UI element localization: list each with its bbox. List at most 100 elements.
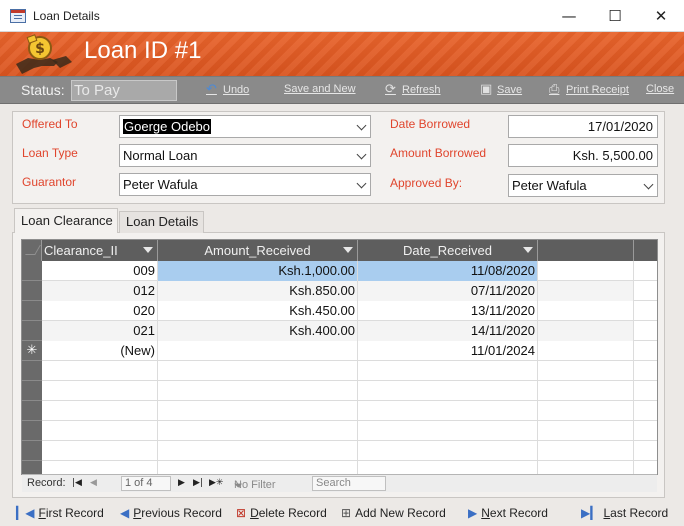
cell-clearance-id[interactable]: 012	[42, 281, 158, 301]
amount-borrowed-label: Amount Borrowed	[390, 146, 487, 160]
form-icon	[10, 9, 26, 23]
loan-type-combo[interactable]: Normal Loan	[119, 144, 371, 167]
nav-last-icon[interactable]: ▶|	[193, 478, 203, 488]
column-header-clearance-id[interactable]: Clearance_II	[42, 240, 158, 261]
cell-amount-received[interactable]: Ksh.400.00	[158, 321, 358, 341]
row-selector[interactable]	[22, 261, 42, 281]
first-record-icon: ▎◀	[16, 506, 35, 520]
table-row[interactable]: 012 Ksh.850.00 07/11/2020	[22, 281, 657, 301]
status-field[interactable]: To Pay	[71, 80, 177, 101]
search-input[interactable]: Search	[312, 476, 386, 491]
cell-date-received[interactable]: 14/11/2020	[358, 321, 538, 341]
cell-date-received[interactable]: 13/11/2020	[358, 301, 538, 321]
offered-to-combo[interactable]: Goerge Odebo	[119, 115, 371, 138]
add-new-record-button[interactable]: ⊞ Add New Record	[341, 506, 446, 520]
cell-blank	[538, 461, 634, 474]
previous-record-button[interactable]: ◀ Previous Record	[120, 506, 222, 520]
bottom-navigation: ▎◀ First Record ◀ Previous Record ⊠ Dele…	[0, 502, 684, 526]
cell-clearance-id[interactable]: 021	[42, 321, 158, 341]
previous-record-icon: ◀	[120, 506, 130, 520]
row-selector[interactable]	[22, 301, 42, 321]
column-header-date-received[interactable]: Date_Received	[358, 240, 538, 261]
cell-blank	[42, 401, 158, 421]
nav-previous-icon[interactable]: ◀	[90, 478, 97, 488]
empty-row	[22, 401, 657, 421]
undo-button[interactable]: ↶ Undo	[206, 83, 249, 97]
cell-clearance-id[interactable]: 009	[42, 261, 158, 281]
table-row[interactable]: 021 Ksh.400.00 14/11/2020	[22, 321, 657, 341]
row-selector[interactable]	[22, 281, 42, 301]
record-position-field[interactable]: 1 of 4	[121, 476, 171, 491]
cell-blank	[358, 441, 538, 461]
amount-borrowed-field[interactable]: Ksh. 5,500.00	[508, 144, 658, 167]
row-selector	[22, 441, 42, 461]
column-header-amount-received[interactable]: Amount_Received	[158, 240, 358, 261]
cell-blank	[358, 381, 538, 401]
date-borrowed-field[interactable]: 17/01/2020	[508, 115, 658, 138]
guarantor-combo[interactable]: Peter Wafula	[119, 173, 371, 196]
toolbar: Status: To Pay ↶ Undo Save and New ⟳ Ref…	[0, 76, 684, 104]
cell-amount-received[interactable]: Ksh.450.00	[158, 301, 358, 321]
refresh-icon: ⟳	[385, 82, 396, 97]
minimize-button[interactable]: —	[546, 0, 592, 32]
approved-by-label: Approved By:	[390, 176, 463, 190]
loan-type-label: Loan Type	[22, 146, 78, 160]
cell-date-received[interactable]: 11/08/2020	[358, 261, 538, 281]
empty-row	[22, 361, 657, 381]
cell-amount-received[interactable]: Ksh.850.00	[158, 281, 358, 301]
print-receipt-button[interactable]: ⎙ Print Receipt	[549, 83, 629, 97]
save-button[interactable]: ▣ Save	[480, 83, 522, 97]
column-header-clearance-id-label: Clearance_II	[44, 243, 118, 258]
close-button[interactable]: Close	[646, 83, 674, 95]
next-record-button[interactable]: ▶ Next Record	[468, 506, 548, 520]
delete-record-icon: ⊠	[236, 506, 247, 520]
column-header-amount-received-label: Amount_Received	[204, 243, 311, 258]
sort-arrow-icon[interactable]	[343, 247, 353, 253]
save-and-new-button[interactable]: Save and New	[284, 83, 356, 95]
cell-blank	[358, 461, 538, 474]
last-record-label: Last Record	[603, 506, 669, 520]
refresh-label: Refresh	[402, 84, 441, 96]
new-record-row[interactable]: ✳ (New) 11/01/2024	[22, 341, 657, 361]
nav-next-icon[interactable]: ▶	[178, 478, 185, 488]
column-header-date-received-label: Date_Received	[403, 243, 492, 258]
new-record-marker-icon[interactable]: ✳	[22, 341, 42, 361]
delete-record-button[interactable]: ⊠ Delete Record	[236, 506, 327, 520]
cell-date-received[interactable]: 11/01/2024	[358, 341, 538, 361]
chevron-down-icon[interactable]	[352, 116, 370, 137]
nav-first-icon[interactable]: |◀	[72, 478, 82, 488]
chevron-down-icon[interactable]	[639, 175, 657, 196]
refresh-button[interactable]: ⟳ Refresh	[385, 83, 441, 97]
window-title: Loan Details	[33, 9, 100, 23]
row-selector[interactable]	[22, 321, 42, 341]
tab-loan-clearance[interactable]: Loan Clearance	[14, 208, 118, 233]
approved-by-combo[interactable]: Peter Wafula	[508, 174, 658, 197]
chevron-down-icon[interactable]	[352, 145, 370, 166]
tab-loan-details[interactable]: Loan Details	[119, 211, 204, 233]
close-window-button[interactable]: ✕	[638, 0, 684, 32]
sort-arrow-icon[interactable]	[143, 247, 153, 253]
select-all-corner[interactable]	[22, 240, 42, 261]
cell-blank	[538, 381, 634, 401]
cell-amount-received[interactable]: Ksh.1,000.00	[158, 261, 358, 281]
chevron-down-icon[interactable]	[352, 174, 370, 195]
table-row[interactable]: 020 Ksh.450.00 13/11/2020	[22, 301, 657, 321]
cell-blank	[158, 461, 358, 474]
nav-new-icon[interactable]: ▶✳	[209, 478, 223, 488]
cell-clearance-id[interactable]: 020	[42, 301, 158, 321]
cell-blank	[158, 421, 358, 441]
cell-clearance-id[interactable]: (New)	[42, 341, 158, 361]
cell-blank	[158, 361, 358, 381]
cell-date-received[interactable]: 07/11/2020	[358, 281, 538, 301]
last-record-button[interactable]: ▶▎ Last Record	[581, 506, 668, 520]
cell-amount-received[interactable]	[158, 341, 358, 361]
add-record-icon: ⊞	[341, 506, 352, 520]
clearance-datasheet[interactable]: Clearance_II Amount_Received Date_Receiv…	[21, 239, 658, 475]
sort-arrow-icon[interactable]	[523, 247, 533, 253]
maximize-button[interactable]: ☐	[592, 0, 638, 32]
first-record-button[interactable]: ▎◀ First Record	[16, 506, 104, 520]
guarantor-label: Guarantor	[22, 175, 77, 189]
table-row[interactable]: 009 Ksh.1,000.00 11/08/2020	[22, 261, 657, 281]
row-selector	[22, 361, 42, 381]
next-record-label: Next Record	[481, 506, 548, 520]
